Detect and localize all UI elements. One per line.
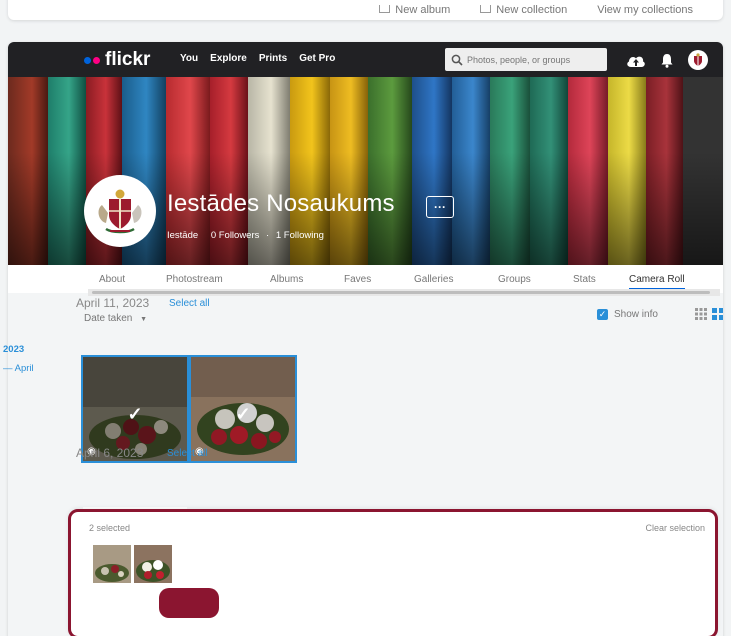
- tab-albums[interactable]: Albums: [270, 274, 303, 285]
- nav-prints[interactable]: Prints: [259, 53, 287, 64]
- tab-photostream[interactable]: Photostream: [166, 274, 223, 285]
- nav-you[interactable]: You: [180, 53, 198, 64]
- select-all-link[interactable]: Select all: [169, 298, 210, 309]
- flickr-logo[interactable]: flickr: [84, 49, 150, 71]
- clear-selection-button[interactable]: Clear selection: [645, 523, 705, 533]
- logo-text: flickr: [105, 49, 151, 70]
- large-grid-icon[interactable]: [712, 308, 723, 320]
- tab-stats[interactable]: Stats: [573, 274, 596, 285]
- meta-separator: ·: [266, 230, 270, 241]
- search-icon: [451, 54, 463, 66]
- coat-of-arms-icon: [694, 53, 702, 66]
- profile-name: Iestādes Nosaukums: [167, 190, 395, 217]
- following-link[interactable]: 1 Following: [276, 230, 324, 241]
- notification-bell-icon[interactable]: [660, 53, 674, 68]
- view-mode-switch: [690, 308, 723, 320]
- show-info-label: Show info: [614, 309, 658, 320]
- small-grid-icon[interactable]: [695, 308, 707, 320]
- new-album-link[interactable]: New album: [379, 4, 450, 16]
- nav-links: You Explore Prints Get Pro: [180, 53, 347, 64]
- logo-pink-dot: [93, 56, 100, 64]
- tab-faves[interactable]: Faves: [344, 274, 371, 285]
- selected-photo-thumbnail: [93, 545, 131, 583]
- photo-thumbnail[interactable]: ✓ ◉: [189, 355, 297, 463]
- nav-get-pro[interactable]: Get Pro: [299, 53, 335, 64]
- top-card: New album New collection View my collect…: [8, 0, 723, 20]
- date-heading: April 11, 2023: [76, 296, 150, 310]
- tab-camera-roll[interactable]: Camera Roll: [629, 274, 685, 290]
- user-avatar[interactable]: [688, 50, 708, 70]
- sort-dropdown[interactable]: Date taken ▼: [84, 313, 147, 324]
- album-icon: [379, 5, 391, 13]
- tab-groups[interactable]: Groups: [498, 274, 531, 285]
- tabs-scrollbar[interactable]: [88, 289, 720, 296]
- flickr-navbar: flickr You Explore Prints Get Pro: [8, 42, 723, 77]
- selection-count: 2 selected: [89, 523, 131, 533]
- date-heading: April 6, 2023: [76, 446, 144, 460]
- selected-photo-thumbnail: [134, 545, 172, 583]
- profile-meta: Iestāde 0 Followers · 1 Following: [167, 230, 334, 241]
- selection-panel: 2 selected Clear selection: [68, 509, 718, 636]
- coat-of-arms-icon: [98, 189, 142, 234]
- checkmark-icon: ✓: [127, 404, 143, 424]
- chevron-down-icon: ▼: [140, 316, 148, 323]
- nav-icons: [626, 50, 722, 70]
- search-input[interactable]: [467, 54, 597, 65]
- view-collections-link[interactable]: View my collections: [597, 4, 693, 16]
- highlighted-action-button[interactable]: [159, 588, 219, 618]
- select-all-link[interactable]: Select all: [167, 448, 208, 459]
- more-options-button[interactable]: ···: [426, 196, 454, 218]
- show-info-toggle[interactable]: ✓ Show info: [597, 309, 658, 320]
- nav-explore[interactable]: Explore: [210, 53, 247, 64]
- logo-blue-dot: [84, 56, 91, 64]
- scrollbar-thumb[interactable]: [92, 291, 710, 294]
- search-box[interactable]: [445, 48, 607, 71]
- profile-type: Iestāde: [167, 230, 199, 241]
- upload-cloud-icon[interactable]: [626, 53, 646, 68]
- profile-avatar[interactable]: [84, 175, 156, 247]
- timeline-year[interactable]: 2023: [3, 344, 24, 355]
- checkmark-icon: ✓: [235, 404, 251, 424]
- top-links: New album New collection View my collect…: [349, 0, 693, 20]
- page: New album New collection View my collect…: [0, 0, 731, 636]
- sort-label: Date taken: [84, 313, 133, 324]
- new-collection-link[interactable]: New collection: [480, 4, 567, 16]
- followers-link[interactable]: 0 Followers: [211, 230, 260, 241]
- cover-photo: Iestādes Nosaukums ··· Iestāde 0 Followe…: [8, 77, 723, 265]
- tab-about[interactable]: About: [99, 274, 125, 285]
- checkbox-checked-icon[interactable]: ✓: [597, 309, 608, 320]
- timeline-month[interactable]: — April: [3, 363, 34, 374]
- tab-galleries[interactable]: Galleries: [414, 274, 453, 285]
- collection-icon: [480, 5, 492, 13]
